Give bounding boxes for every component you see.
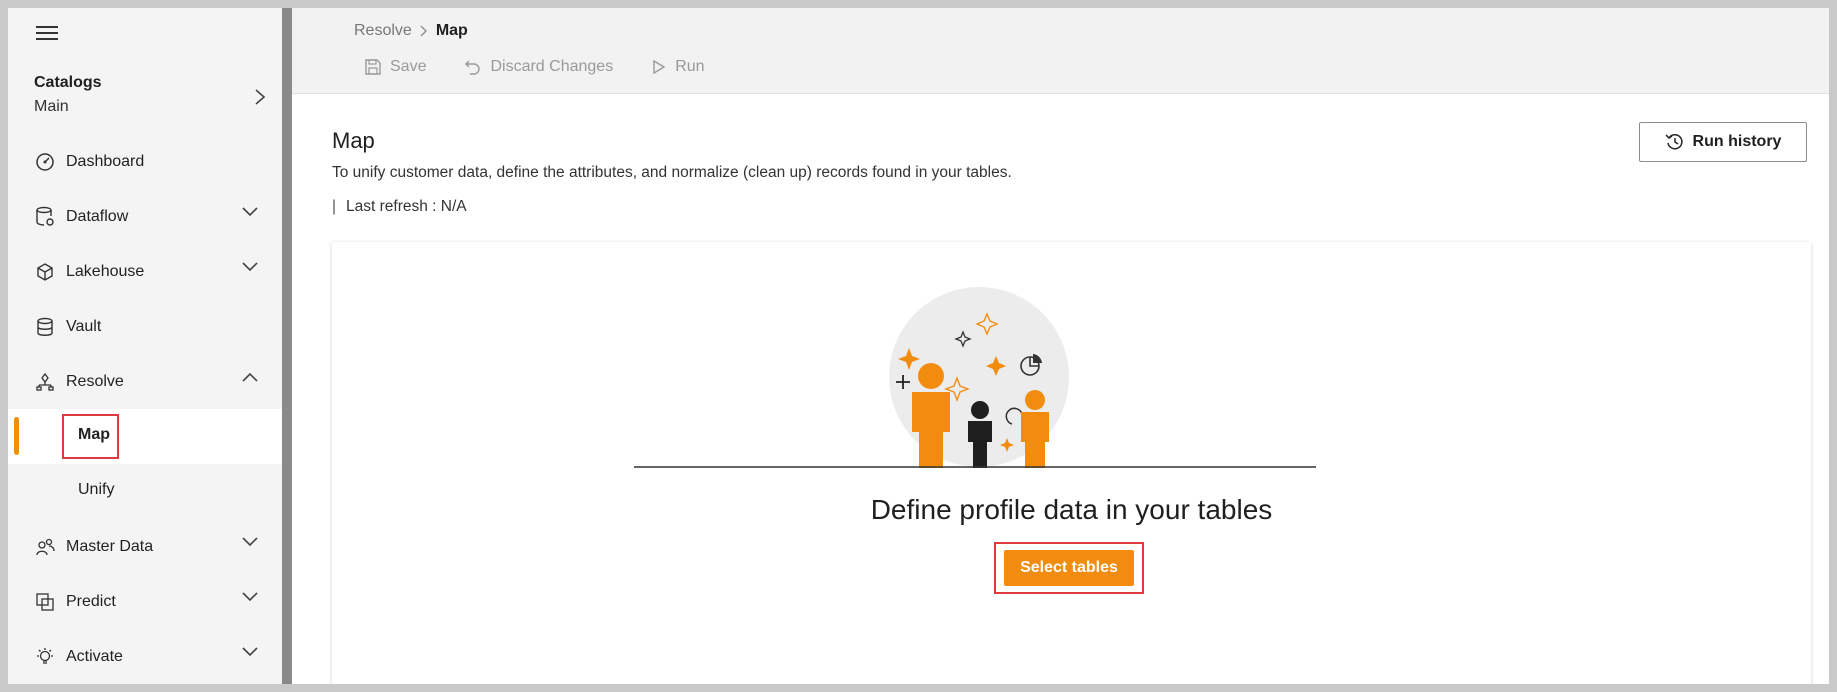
highlight-box — [62, 414, 119, 459]
database-gear-icon — [34, 206, 56, 228]
main-content: Map To unify customer data, define the a… — [292, 94, 1829, 684]
hamburger-menu-icon[interactable] — [36, 26, 58, 42]
sidebar-item-label: Dashboard — [66, 152, 145, 170]
sidebar-item-predict[interactable]: Predict — [8, 574, 282, 629]
save-icon — [365, 59, 381, 75]
run-history-label: Run history — [1692, 133, 1782, 150]
breadcrumb-current: Map — [435, 22, 468, 39]
sidebar-subitem-unify[interactable]: Unify — [8, 464, 282, 519]
save-label: Save — [390, 58, 427, 75]
catalog-title: Catalogs — [34, 74, 102, 91]
sidebar-item-label: Predict — [66, 592, 116, 610]
cube-icon — [34, 261, 56, 283]
chevron-right-icon — [255, 89, 266, 105]
last-refresh-text: Last refresh : N/A — [346, 198, 467, 215]
sidebar-item-activate[interactable]: Activate — [8, 629, 282, 684]
sidebar-item-label: Resolve — [66, 372, 124, 390]
discard-changes-button[interactable]: Discard Changes — [464, 58, 613, 76]
history-icon — [1665, 134, 1683, 150]
hierarchy-icon — [34, 371, 56, 393]
chevron-down-icon — [242, 647, 258, 657]
page-title: Map — [332, 128, 375, 153]
breadcrumb-parent[interactable]: Resolve — [354, 22, 412, 40]
chevron-down-icon — [242, 592, 258, 602]
empty-state-card: Define profile data in your tables Selec… — [332, 242, 1811, 684]
gauge-icon — [34, 151, 56, 173]
undo-icon — [465, 60, 481, 75]
run-label: Run — [675, 58, 705, 75]
active-indicator — [14, 417, 19, 455]
chevron-down-icon — [242, 262, 258, 272]
select-tables-button[interactable]: Select tables — [1004, 550, 1134, 586]
top-bar: Resolve Map Save Discard Changes Run — [292, 8, 1829, 94]
sidebar-item-dataflow[interactable]: Dataflow — [8, 189, 282, 244]
chevron-right-icon — [420, 25, 427, 37]
people-illustration — [634, 287, 1316, 468]
sidebar-subitem-map[interactable]: Map — [8, 409, 282, 464]
lightbulb-icon — [34, 646, 56, 668]
users-icon — [34, 536, 56, 558]
sidebar-divider[interactable] — [282, 8, 292, 684]
sidebar-item-lakehouse[interactable]: Lakehouse — [8, 244, 282, 299]
sidebar-item-label: Activate — [66, 647, 123, 665]
sidebar-item-dashboard[interactable]: Dashboard — [8, 134, 282, 189]
toolbar: Save Discard Changes Run — [354, 58, 705, 76]
sidebar-item-label: Dataflow — [66, 207, 129, 225]
breadcrumb: Resolve Map — [354, 22, 468, 40]
chevron-down-icon — [242, 537, 258, 547]
page-description: To unify customer data, define the attri… — [332, 164, 1012, 181]
sidebar-item-master-data[interactable]: Master Data — [8, 519, 282, 574]
sidebar-item-label: Vault — [66, 317, 102, 335]
save-button[interactable]: Save — [364, 58, 426, 76]
discard-label: Discard Changes — [490, 58, 614, 75]
run-history-button[interactable]: Run history — [1639, 122, 1807, 162]
sidebar: Catalogs Main Dashboard Dataflow Lakehou… — [8, 8, 282, 684]
predict-icon — [34, 591, 56, 613]
database-icon — [34, 316, 56, 338]
play-icon — [653, 59, 666, 75]
sidebar-item-label: Lakehouse — [66, 262, 145, 280]
catalog-value: Main — [34, 98, 69, 115]
sidebar-item-label: Unify — [78, 481, 115, 498]
catalog-selector[interactable]: Catalogs Main — [34, 74, 274, 128]
refresh-separator: | — [332, 198, 337, 215]
app-window: Catalogs Main Dashboard Dataflow Lakehou… — [8, 8, 1829, 684]
empty-state-title: Define profile data in your tables — [870, 494, 1273, 525]
sidebar-item-vault[interactable]: Vault — [8, 299, 282, 354]
last-refresh: | Last refresh : N/A — [332, 198, 467, 216]
chevron-down-icon — [242, 207, 258, 217]
sidebar-item-resolve[interactable]: Resolve — [8, 354, 282, 409]
run-button[interactable]: Run — [651, 58, 705, 76]
sidebar-item-label: Master Data — [66, 537, 154, 555]
chevron-up-icon — [242, 372, 258, 382]
